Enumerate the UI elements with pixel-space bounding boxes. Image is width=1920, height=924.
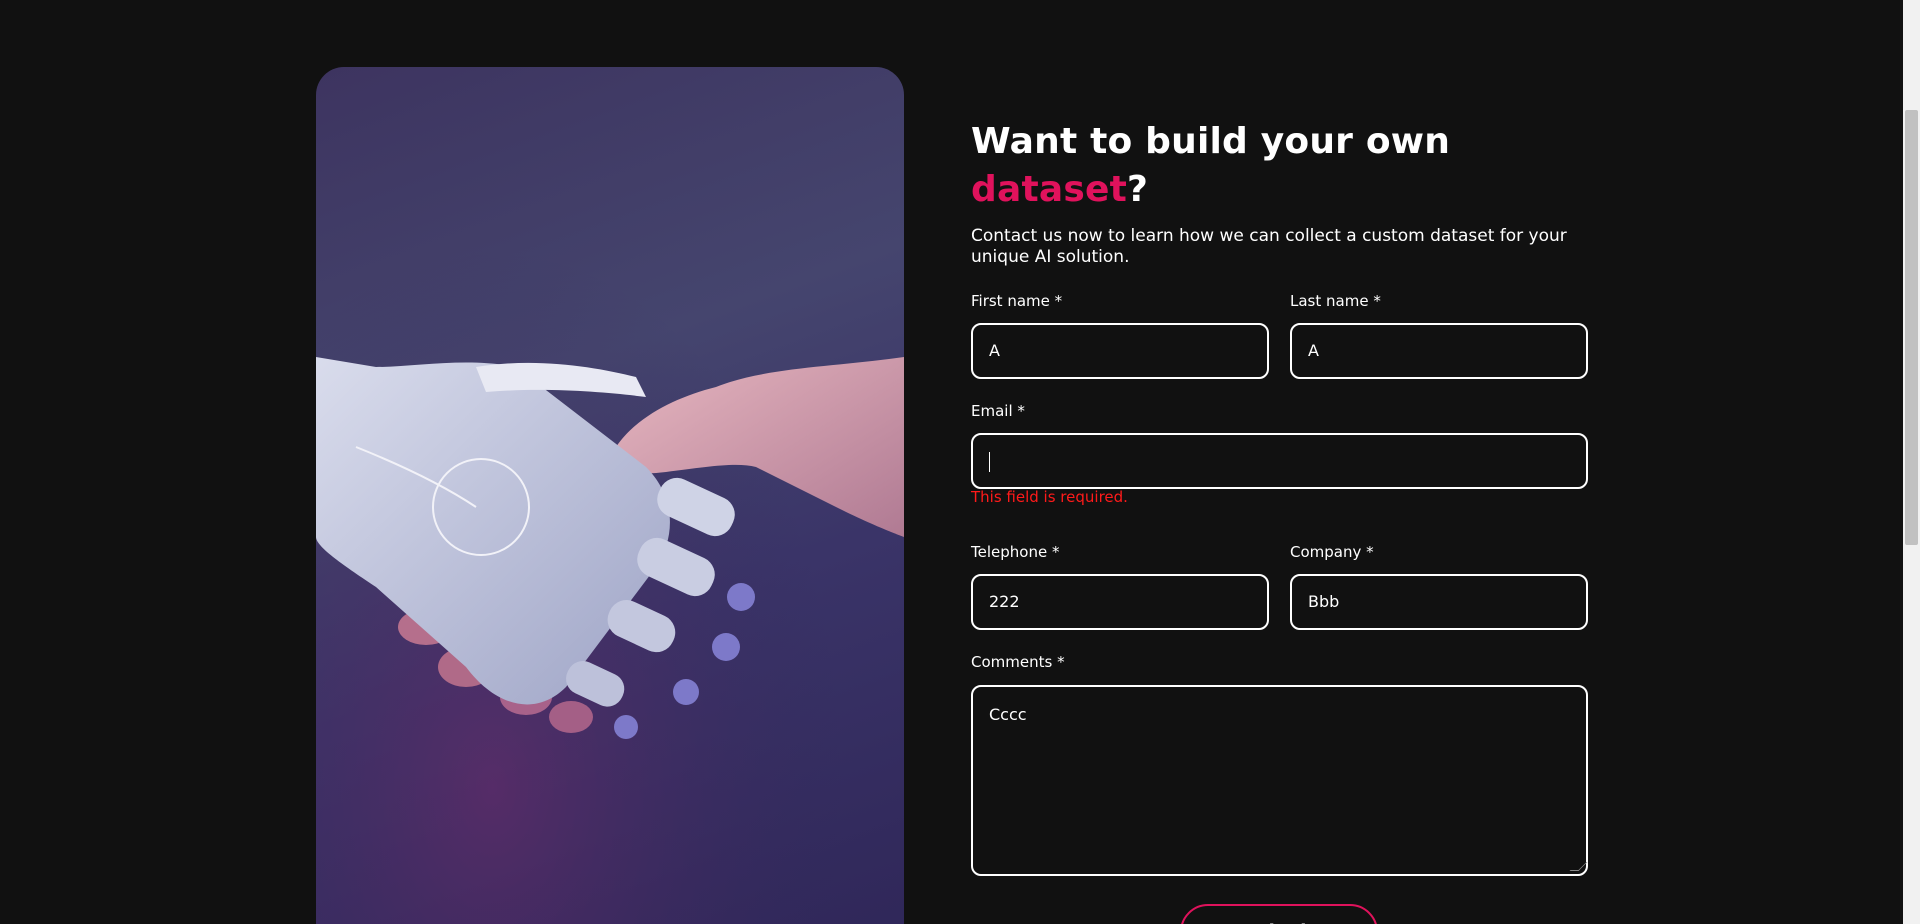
title-accent: dataset: [971, 169, 1128, 210]
first-name-label: First name *: [971, 292, 1063, 310]
last-name-input[interactable]: A: [1290, 323, 1588, 379]
title-prefix: Want to build your own: [971, 121, 1451, 162]
last-name-label: Last name *: [1290, 292, 1381, 310]
comments-value: Cccc: [989, 705, 1027, 724]
comments-label: Comments *: [971, 653, 1065, 671]
page-title: Want to build your own dataset?: [971, 118, 1588, 214]
telephone-label: Telephone *: [971, 543, 1060, 561]
subtitle: Contact us now to learn how we can colle…: [971, 226, 1567, 267]
email-label: Email *: [971, 402, 1025, 420]
comments-textarea[interactable]: Cccc: [971, 685, 1588, 876]
text-caret: [989, 451, 990, 472]
page: Want to build your own dataset? Contact …: [0, 0, 1920, 924]
telephone-input[interactable]: 222: [971, 574, 1269, 630]
first-name-input[interactable]: A: [971, 323, 1269, 379]
title-suffix: ?: [1127, 169, 1149, 210]
resize-handle-icon[interactable]: [1569, 862, 1588, 871]
company-input[interactable]: Bbb: [1290, 574, 1588, 630]
email-input[interactable]: [971, 433, 1588, 489]
company-label: Company *: [1290, 543, 1374, 561]
submit-button[interactable]: Submit: [1180, 904, 1378, 924]
scrollbar-thumb[interactable]: [1905, 110, 1918, 545]
contact-form-header: Want to build your own dataset? Contact …: [971, 118, 1588, 268]
email-error: This field is required.: [971, 488, 1128, 506]
handshake-image: [316, 67, 904, 924]
